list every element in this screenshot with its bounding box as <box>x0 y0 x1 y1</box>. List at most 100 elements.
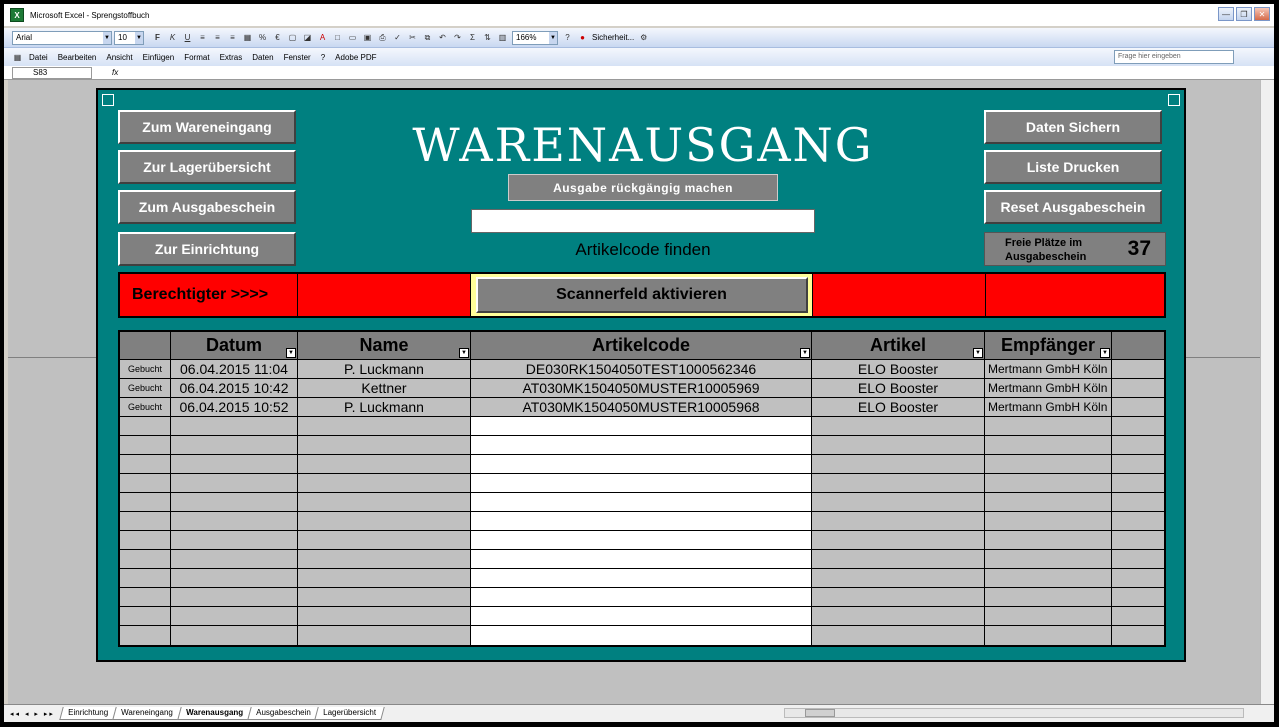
cell-datum[interactable] <box>171 531 298 549</box>
cell-extra[interactable] <box>1112 379 1164 397</box>
cell-empfaenger[interactable] <box>985 531 1112 549</box>
function-icon[interactable]: fx <box>112 68 118 77</box>
copy-icon[interactable]: ⧉ <box>422 32 433 43</box>
cell-artikelcode[interactable]: AT030MK1504050MUSTER10005968 <box>471 398 812 416</box>
cell-extra[interactable] <box>1112 474 1164 492</box>
cell-extra[interactable] <box>1112 455 1164 473</box>
cell-artikel[interactable]: ELO Booster <box>812 398 985 416</box>
security-button[interactable]: Sicherheit... <box>592 33 634 42</box>
open-icon[interactable]: ▭ <box>347 32 358 43</box>
border-icon[interactable]: ▢ <box>287 32 298 43</box>
menu-format[interactable]: Format <box>184 53 209 62</box>
cell-empfaenger[interactable] <box>985 569 1112 587</box>
cell-name[interactable]: P. Luckmann <box>298 360 471 378</box>
tab-lageruebersicht[interactable]: Lagerübersicht <box>314 707 386 720</box>
cell-status[interactable] <box>120 626 171 645</box>
cell-artikelcode[interactable] <box>471 512 812 530</box>
font-size-select[interactable]: 10 ▼ <box>114 30 144 45</box>
undo-output-button[interactable]: Ausgabe rückgängig machen <box>508 174 778 201</box>
cell-artikelcode[interactable]: DE030RK1504050TEST1000562346 <box>471 360 812 378</box>
italic-icon[interactable]: K <box>167 32 178 43</box>
cell-name[interactable] <box>298 531 471 549</box>
cell-artikel[interactable] <box>812 607 985 625</box>
cell-artikelcode[interactable] <box>471 417 812 435</box>
tab-warenausgang[interactable]: Warenausgang <box>176 707 252 720</box>
cell-datum[interactable] <box>171 550 298 568</box>
menu-einfuegen[interactable]: Einfügen <box>143 53 175 62</box>
goto-einrichtung-button[interactable]: Zur Einrichtung <box>118 232 296 266</box>
cell-datum[interactable] <box>171 455 298 473</box>
merge-icon[interactable]: ▦ <box>242 32 253 43</box>
cell-artikelcode[interactable] <box>471 531 812 549</box>
cell-extra[interactable] <box>1112 417 1164 435</box>
cell-datum[interactable] <box>171 474 298 492</box>
cell-extra[interactable] <box>1112 436 1164 454</box>
cell-name[interactable] <box>298 493 471 511</box>
cut-icon[interactable]: ✂ <box>407 32 418 43</box>
cell-artikelcode[interactable] <box>471 607 812 625</box>
cell-empfaenger[interactable] <box>985 512 1112 530</box>
cell-artikel[interactable]: ELO Booster <box>812 360 985 378</box>
cell-artikelcode[interactable] <box>471 436 812 454</box>
cell-status[interactable] <box>120 474 171 492</box>
euro-icon[interactable]: € <box>272 32 283 43</box>
cell-extra[interactable] <box>1112 512 1164 530</box>
save-icon[interactable]: ▣ <box>362 32 373 43</box>
menu-help[interactable]: ? <box>321 53 325 62</box>
cell-status[interactable] <box>120 588 171 606</box>
cell-datum[interactable] <box>171 493 298 511</box>
tools-icon[interactable]: ⚙ <box>638 32 649 43</box>
cell-name[interactable]: P. Luckmann <box>298 398 471 416</box>
cell-datum[interactable] <box>171 569 298 587</box>
cell-datum[interactable] <box>171 512 298 530</box>
cell-empfaenger[interactable] <box>985 550 1112 568</box>
cell-artikelcode[interactable] <box>471 569 812 587</box>
article-code-input[interactable] <box>471 209 815 233</box>
cell-name[interactable] <box>298 455 471 473</box>
align-right-icon[interactable]: ≡ <box>227 32 238 43</box>
cell-datum[interactable] <box>171 607 298 625</box>
cell-status[interactable] <box>120 493 171 511</box>
bold-icon[interactable]: F <box>152 32 163 43</box>
restore-button[interactable]: ❐ <box>1236 7 1252 21</box>
cell-empfaenger[interactable] <box>985 436 1112 454</box>
tab-wareneingang[interactable]: Wareneingang <box>112 707 182 720</box>
cell-artikel[interactable]: ELO Booster <box>812 379 985 397</box>
help-icon[interactable]: ? <box>562 32 573 43</box>
filter-dropdown-icon[interactable]: ▼ <box>973 348 983 358</box>
sort-icon[interactable]: ⇅ <box>482 32 493 43</box>
cell-empfaenger[interactable] <box>985 493 1112 511</box>
cell-artikel[interactable] <box>812 512 985 530</box>
reset-voucher-button[interactable]: Reset Ausgabeschein <box>984 190 1162 224</box>
goto-lageruebersicht-button[interactable]: Zur Lagerübersicht <box>118 150 296 184</box>
cell-name[interactable] <box>298 436 471 454</box>
cell-empfaenger[interactable]: Mertmann GmbH Köln <box>985 379 1112 397</box>
cell-artikelcode[interactable] <box>471 550 812 568</box>
name-box[interactable]: S83 <box>12 66 92 79</box>
cell-datum[interactable] <box>171 626 298 645</box>
menu-bearbeiten[interactable]: Bearbeiten <box>58 53 97 62</box>
cell-name[interactable] <box>298 588 471 606</box>
red-cell[interactable] <box>813 274 986 316</box>
cell-name[interactable] <box>298 417 471 435</box>
cell-artikelcode[interactable] <box>471 626 812 645</box>
undo-icon[interactable]: ↶ <box>437 32 448 43</box>
menu-datei[interactable]: Datei <box>29 53 48 62</box>
print-list-button[interactable]: Liste Drucken <box>984 150 1162 184</box>
cell-extra[interactable] <box>1112 360 1164 378</box>
cell-datum[interactable]: 06.04.2015 10:52 <box>171 398 298 416</box>
fill-color-icon[interactable]: ◪ <box>302 32 313 43</box>
font-color-icon[interactable]: A <box>317 32 328 43</box>
cell-status[interactable] <box>120 436 171 454</box>
cell-artikel[interactable] <box>812 455 985 473</box>
close-button[interactable]: ✕ <box>1254 7 1270 21</box>
print-icon[interactable]: ⎙ <box>377 32 388 43</box>
cell-status[interactable] <box>120 455 171 473</box>
record-icon[interactable]: ● <box>577 32 588 43</box>
cell-name[interactable] <box>298 512 471 530</box>
cell-status[interactable] <box>120 607 171 625</box>
cell-status[interactable]: Gebucht <box>120 398 171 416</box>
cell-artikel[interactable] <box>812 531 985 549</box>
filter-dropdown-icon[interactable]: ▼ <box>459 348 469 358</box>
minimize-button[interactable]: — <box>1218 7 1234 21</box>
